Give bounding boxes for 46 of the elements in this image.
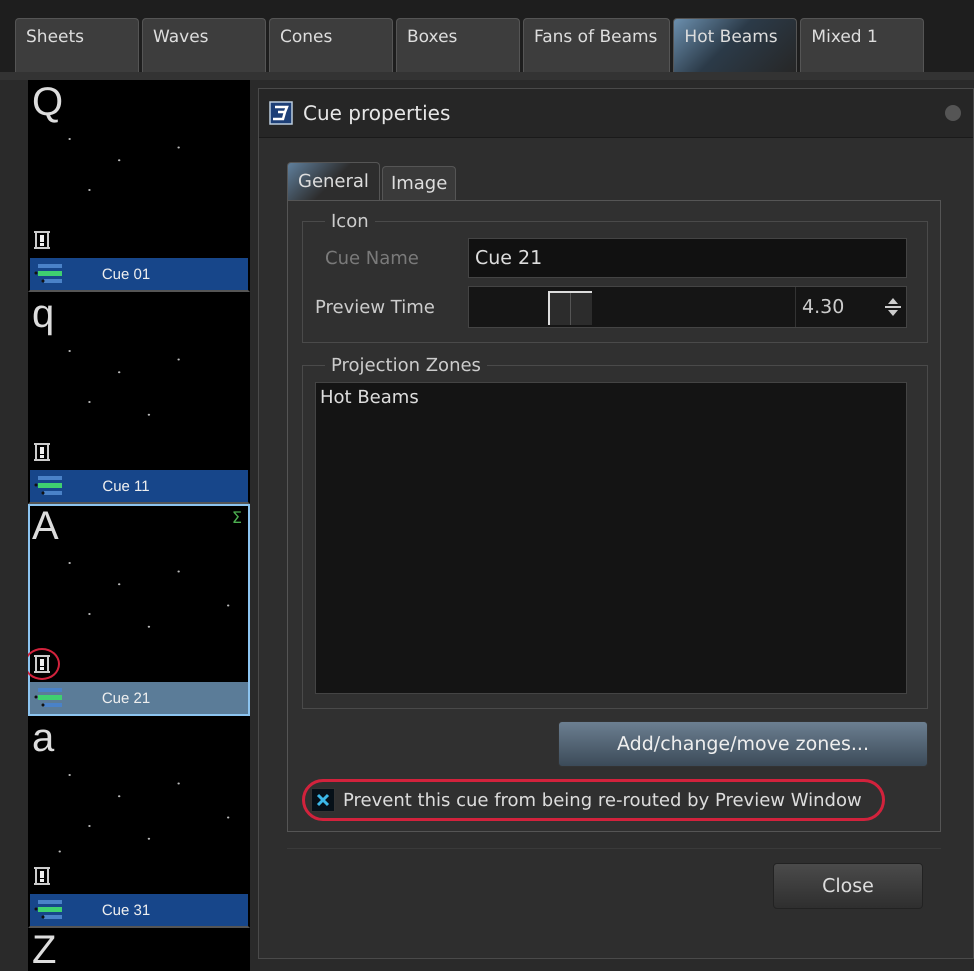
dialog-title: Cue properties <box>303 101 452 125</box>
checkbox-label: Prevent this cue from being re-routed by Preview Window <box>343 790 862 810</box>
sigma-label: Σ <box>232 508 242 527</box>
check-x-icon <box>315 792 331 808</box>
cue-tile[interactable]: A Σ Cue 21 <box>28 504 250 716</box>
sheet-tab[interactable]: Waves <box>142 18 266 72</box>
frame-icon <box>31 229 53 251</box>
sheet-tab[interactable]: Cones <box>269 18 393 72</box>
frame-icon <box>31 865 53 887</box>
dialog-tab[interactable]: Image <box>382 166 456 200</box>
cue-letter: Z <box>31 930 56 970</box>
sheet-tab[interactable]: Boxes <box>396 18 520 72</box>
cue-letter: A <box>31 506 59 546</box>
cue-tile[interactable]: a Cue 31 <box>28 716 250 928</box>
cue-label: Cue 11 <box>101 478 151 494</box>
cue-label: Cue 31 <box>100 902 152 918</box>
sheet-tab[interactable]: Hot Beams <box>673 18 798 72</box>
color-bars-icon <box>34 475 64 497</box>
cue-letter: q <box>31 294 54 334</box>
group-legend: Projection Zones <box>325 355 487 376</box>
zones-button[interactable]: Add/change/move zones... <box>558 721 928 767</box>
close-button[interactable]: Close <box>773 863 923 909</box>
frame-icon <box>31 653 53 675</box>
field-label: Preview Time <box>315 296 436 318</box>
app-logo-icon <box>269 101 293 125</box>
slider-thumb[interactable] <box>548 291 592 325</box>
cue-letter: Q <box>31 82 64 122</box>
cue-label: Cue 01 <box>100 266 152 282</box>
cue-tile[interactable]: Q Cue 01 <box>28 80 250 292</box>
group-legend: Icon <box>325 211 375 232</box>
zone-item[interactable]: Hot Beams <box>320 387 902 408</box>
sheet-tab[interactable]: Sheets <box>15 18 139 72</box>
sheet-tab[interactable]: Mixed 1 <box>800 18 924 72</box>
cue-letter: a <box>31 718 54 758</box>
dialog-tab[interactable]: General <box>287 162 380 200</box>
cue-tile[interactable]: q Cue 11 <box>28 292 250 504</box>
frame-icon <box>31 441 53 463</box>
time-spinbox[interactable]: 4.30 <box>795 287 906 327</box>
cue-label: Cue 21 <box>100 690 152 706</box>
color-bars-icon <box>34 899 64 921</box>
sheet-tab[interactable]: Fans of Beams <box>523 18 670 72</box>
color-bars-icon <box>34 687 64 709</box>
checkbox[interactable] <box>311 788 335 812</box>
color-bars-icon <box>34 263 64 285</box>
field-label: Cue Name <box>324 248 420 268</box>
cue-tile[interactable]: Z <box>28 928 250 971</box>
